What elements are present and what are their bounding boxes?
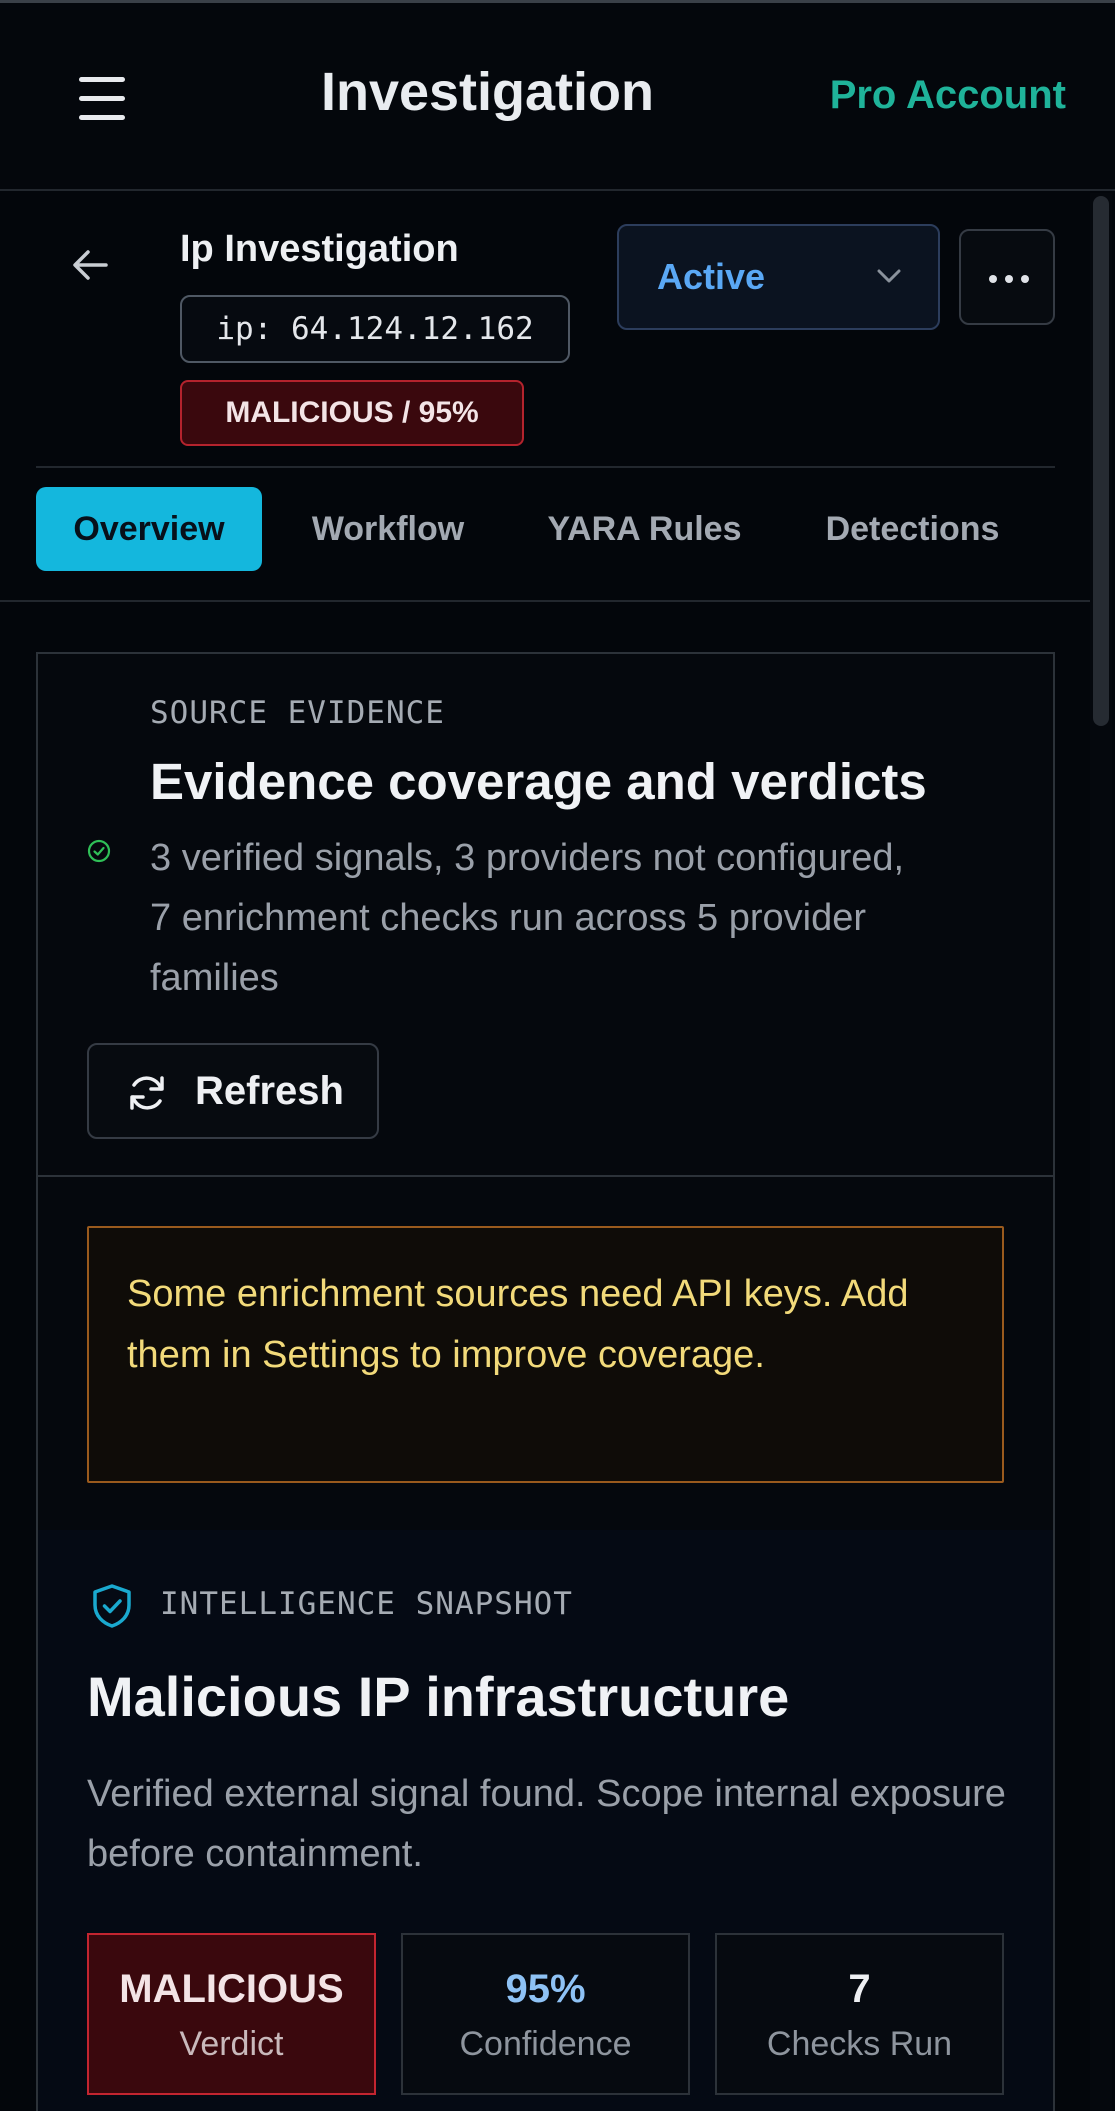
stat-confidence: 95% Confidence [401, 1933, 690, 2095]
back-button[interactable] [66, 240, 116, 290]
evidence-eyebrow: SOURCE EVIDENCE [150, 695, 445, 731]
tab-overview[interactable]: Overview [36, 487, 262, 571]
indicator-chip: ip: 64.124.12.162 [180, 295, 570, 363]
verdict-badge: MALICIOUS / 95% [180, 380, 524, 446]
api-key-warning: Some enrichment sources need API keys. A… [87, 1226, 1004, 1483]
tab-workflow[interactable]: Workflow [283, 487, 493, 571]
snapshot-title: Malicious IP infrastructure [87, 1665, 790, 1728]
snapshot-description: Verified external signal found. Scope in… [87, 1773, 1006, 1875]
chevron-down-icon [877, 269, 901, 283]
hamburger-menu-icon[interactable] [70, 73, 134, 125]
stat-checks-run-label: Checks Run [766, 2025, 953, 2063]
stat-checks-run: 7 Checks Run [715, 1933, 1004, 2095]
status-dropdown-value: Active [657, 256, 766, 297]
investigation-title: Ip Investigation [180, 228, 459, 270]
more-options-button[interactable] [959, 229, 1055, 325]
shield-check-icon [93, 1584, 131, 1628]
stat-confidence-value: 95% [505, 1967, 586, 2011]
status-dropdown[interactable]: Active [617, 224, 940, 330]
evidence-divider [38, 1175, 1053, 1177]
stat-verdict: MALICIOUS Verdict [87, 1933, 376, 2095]
snapshot-eyebrow: INTELLIGENCE SNAPSHOT [160, 1586, 573, 1622]
pro-account-link[interactable]: Pro Account [830, 73, 1066, 118]
stat-verdict-label: Verdict [179, 2025, 284, 2063]
app-title: Investigation [320, 62, 655, 122]
tabs-divider [0, 600, 1090, 602]
refresh-button[interactable]: Refresh [87, 1043, 379, 1139]
check-circle-icon [87, 839, 111, 863]
scrollbar-thumb[interactable] [1093, 196, 1109, 726]
evidence-description: 3 verified signals, 3 providers not conf… [150, 837, 905, 999]
evidence-title: Evidence coverage and verdicts [150, 753, 927, 810]
arrow-left-icon [73, 250, 108, 280]
refresh-button-label: Refresh [195, 1069, 344, 1113]
stat-confidence-label: Confidence [459, 2025, 632, 2063]
header-divider [36, 466, 1055, 468]
refresh-icon [130, 1076, 164, 1110]
stat-verdict-value: MALICIOUS [119, 1967, 344, 2011]
tab-yara-rules[interactable]: YARA Rules [522, 487, 767, 571]
app-header: Investigation Pro Account [0, 3, 1115, 191]
tab-detections[interactable]: Detections [795, 487, 1030, 571]
stat-checks-run-value: 7 [848, 1967, 871, 2011]
api-key-warning-text: Some enrichment sources need API keys. A… [127, 1273, 909, 1376]
